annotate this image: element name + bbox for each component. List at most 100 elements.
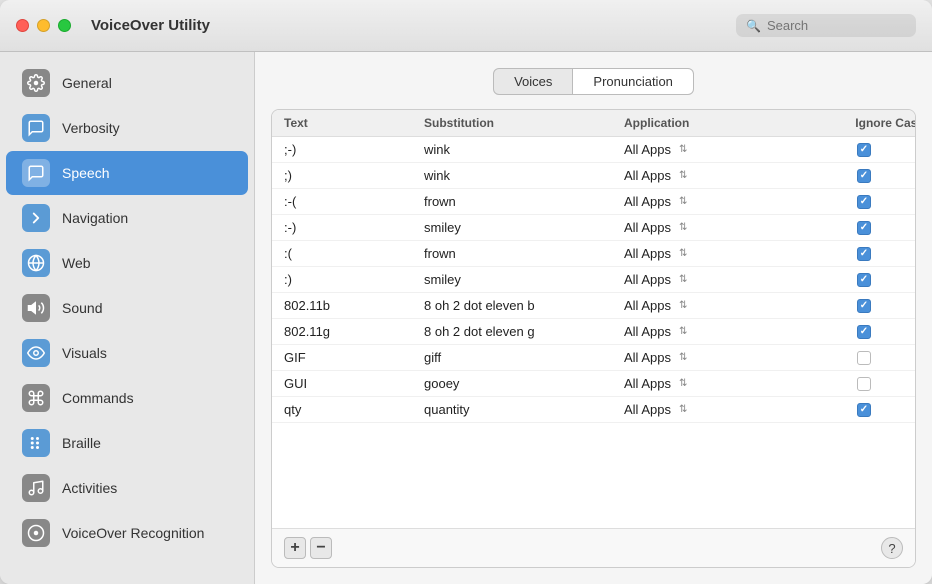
row-6-application: All Apps ⇅ bbox=[624, 298, 804, 313]
row-3-substitution: smiley bbox=[424, 220, 624, 235]
row-8-ignore-case[interactable] bbox=[804, 351, 915, 365]
sidebar-item-general[interactable]: General bbox=[6, 61, 248, 105]
row-7-app-label: All Apps bbox=[624, 324, 671, 339]
commands-icon bbox=[22, 384, 50, 412]
sidebar-item-braille[interactable]: Braille bbox=[6, 421, 248, 465]
row-8-stepper-icon[interactable]: ⇅ bbox=[679, 352, 687, 363]
row-2-text: :-( bbox=[284, 194, 424, 209]
table-row[interactable]: :-)smileyAll Apps⇅ bbox=[272, 215, 915, 241]
table-row[interactable]: :(frownAll Apps⇅ bbox=[272, 241, 915, 267]
row-9-ignore-case[interactable] bbox=[804, 377, 915, 391]
row-10-checkbox[interactable] bbox=[857, 403, 871, 417]
row-10-application: All Apps⇅ bbox=[624, 402, 804, 417]
row-4-ignore-case[interactable] bbox=[804, 247, 915, 261]
row-6-checkbox[interactable] bbox=[857, 299, 871, 313]
sidebar-item-activities[interactable]: Activities bbox=[6, 466, 248, 510]
minimize-button[interactable] bbox=[37, 19, 50, 32]
row-0-checkbox[interactable] bbox=[857, 143, 871, 157]
row-9-substitution: gooey bbox=[424, 376, 624, 391]
row-1-stepper-icon[interactable]: ⇅ bbox=[679, 170, 687, 181]
row-3-stepper-icon[interactable]: ⇅ bbox=[679, 222, 687, 233]
row-6-app-label: All Apps bbox=[624, 298, 671, 313]
main-panel: VoicesPronunciation Text Substitution Ap… bbox=[255, 52, 932, 584]
row-9-stepper-icon[interactable]: ⇅ bbox=[679, 378, 687, 389]
table-row[interactable]: 802.11g8 oh 2 dot eleven gAll Apps⇅ bbox=[272, 319, 915, 345]
row-5-stepper-icon[interactable]: ⇅ bbox=[679, 274, 687, 285]
row-10-ignore-case[interactable] bbox=[804, 403, 915, 417]
table-body: ;-)winkAll Apps⇅;)winkAll Apps⇅:-(frownA… bbox=[272, 137, 915, 528]
col-header-ignore-case: Ignore Case bbox=[804, 116, 916, 130]
table-container: Text Substitution Application Ignore Cas… bbox=[271, 109, 916, 568]
row-6-ignore-case[interactable] bbox=[804, 299, 915, 313]
content: GeneralVerbosity Speech NavigationWebSound… bbox=[0, 52, 932, 584]
table-row[interactable]: 802.11b8 oh 2 dot eleven bAll Apps⇅ bbox=[272, 293, 915, 319]
table-row[interactable]: :-(frownAll Apps⇅ bbox=[272, 189, 915, 215]
row-0-stepper-icon[interactable]: ⇅ bbox=[679, 144, 687, 155]
col-header-text: Text bbox=[284, 116, 424, 130]
row-5-checkbox[interactable] bbox=[857, 273, 871, 287]
row-2-app-label: All Apps bbox=[624, 194, 671, 209]
row-7-checkbox[interactable] bbox=[857, 325, 871, 339]
sidebar-item-commands[interactable]: Commands bbox=[6, 376, 248, 420]
table-row[interactable]: qtyquantityAll Apps⇅ bbox=[272, 397, 915, 423]
row-3-text: :-) bbox=[284, 220, 424, 235]
row-1-checkbox[interactable] bbox=[857, 169, 871, 183]
table-row[interactable]: ;-)winkAll Apps⇅ bbox=[272, 137, 915, 163]
row-1-text: ;) bbox=[284, 168, 424, 183]
table-row[interactable]: ;)winkAll Apps⇅ bbox=[272, 163, 915, 189]
table-row[interactable]: :)smileyAll Apps⇅ bbox=[272, 267, 915, 293]
row-9-checkbox[interactable] bbox=[857, 377, 871, 391]
close-button[interactable] bbox=[16, 19, 29, 32]
row-5-substitution: smiley bbox=[424, 272, 624, 287]
remove-button[interactable]: − bbox=[310, 537, 332, 559]
row-5-app-label: All Apps bbox=[624, 272, 671, 287]
help-button[interactable]: ? bbox=[881, 537, 903, 559]
tab-pronunciation[interactable]: Pronunciation bbox=[573, 68, 694, 95]
sidebar-item-voiceover[interactable]: VoiceOver Recognition bbox=[6, 511, 248, 555]
row-3-checkbox[interactable] bbox=[857, 221, 871, 235]
row-8-checkbox[interactable] bbox=[857, 351, 871, 365]
sidebar-item-web[interactable]: Web bbox=[6, 241, 248, 285]
table-row[interactable]: GIFgiffAll Apps⇅ bbox=[272, 345, 915, 371]
row-1-ignore-case[interactable] bbox=[804, 169, 915, 183]
maximize-button[interactable] bbox=[58, 19, 71, 32]
row-7-stepper-icon[interactable]: ⇅ bbox=[679, 326, 687, 337]
sidebar-item-verbosity[interactable]: Verbosity bbox=[6, 106, 248, 150]
row-2-stepper-icon[interactable]: ⇅ bbox=[679, 196, 687, 207]
web-icon bbox=[22, 249, 50, 277]
search-icon: 🔍 bbox=[746, 19, 761, 33]
sidebar-label-speech: Speech bbox=[62, 165, 109, 181]
row-2-checkbox[interactable] bbox=[857, 195, 871, 209]
row-6-text: 802.11b bbox=[284, 298, 424, 313]
navigation-icon bbox=[22, 204, 50, 232]
row-2-ignore-case[interactable] bbox=[804, 195, 915, 209]
row-4-checkbox[interactable] bbox=[857, 247, 871, 261]
footer-buttons: + − bbox=[284, 537, 332, 559]
row-2-application: All Apps ⇅ bbox=[624, 194, 804, 209]
row-9-text: GUI bbox=[284, 376, 424, 391]
row-4-stepper-icon[interactable]: ⇅ bbox=[679, 248, 687, 259]
sidebar-item-sound[interactable]: Sound bbox=[6, 286, 248, 330]
row-3-ignore-case[interactable] bbox=[804, 221, 915, 235]
tab-voices[interactable]: Voices bbox=[493, 68, 573, 95]
sidebar-label-activities: Activities bbox=[62, 480, 117, 496]
table-header: Text Substitution Application Ignore Cas… bbox=[272, 110, 915, 137]
row-7-substitution: 8 oh 2 dot eleven g bbox=[424, 324, 624, 339]
row-5-application: All Apps ⇅ bbox=[624, 272, 804, 287]
add-button[interactable]: + bbox=[284, 537, 306, 559]
row-0-ignore-case[interactable] bbox=[804, 143, 915, 157]
sidebar-item-visuals[interactable]: Visuals bbox=[6, 331, 248, 375]
col-header-substitution: Substitution bbox=[424, 116, 624, 130]
row-7-ignore-case[interactable] bbox=[804, 325, 915, 339]
row-6-stepper-icon[interactable]: ⇅ bbox=[679, 300, 687, 311]
sidebar-item-navigation[interactable]: Navigation bbox=[6, 196, 248, 240]
sidebar-label-visuals: Visuals bbox=[62, 345, 107, 361]
general-icon bbox=[22, 69, 50, 97]
search-input[interactable] bbox=[767, 18, 907, 33]
sidebar-item-speech[interactable]: Speech bbox=[6, 151, 248, 195]
activities-icon bbox=[22, 474, 50, 502]
row-0-text: ;-) bbox=[284, 142, 424, 157]
table-row[interactable]: GUIgooeyAll Apps⇅ bbox=[272, 371, 915, 397]
row-10-stepper-icon[interactable]: ⇅ bbox=[679, 404, 687, 415]
row-5-ignore-case[interactable] bbox=[804, 273, 915, 287]
